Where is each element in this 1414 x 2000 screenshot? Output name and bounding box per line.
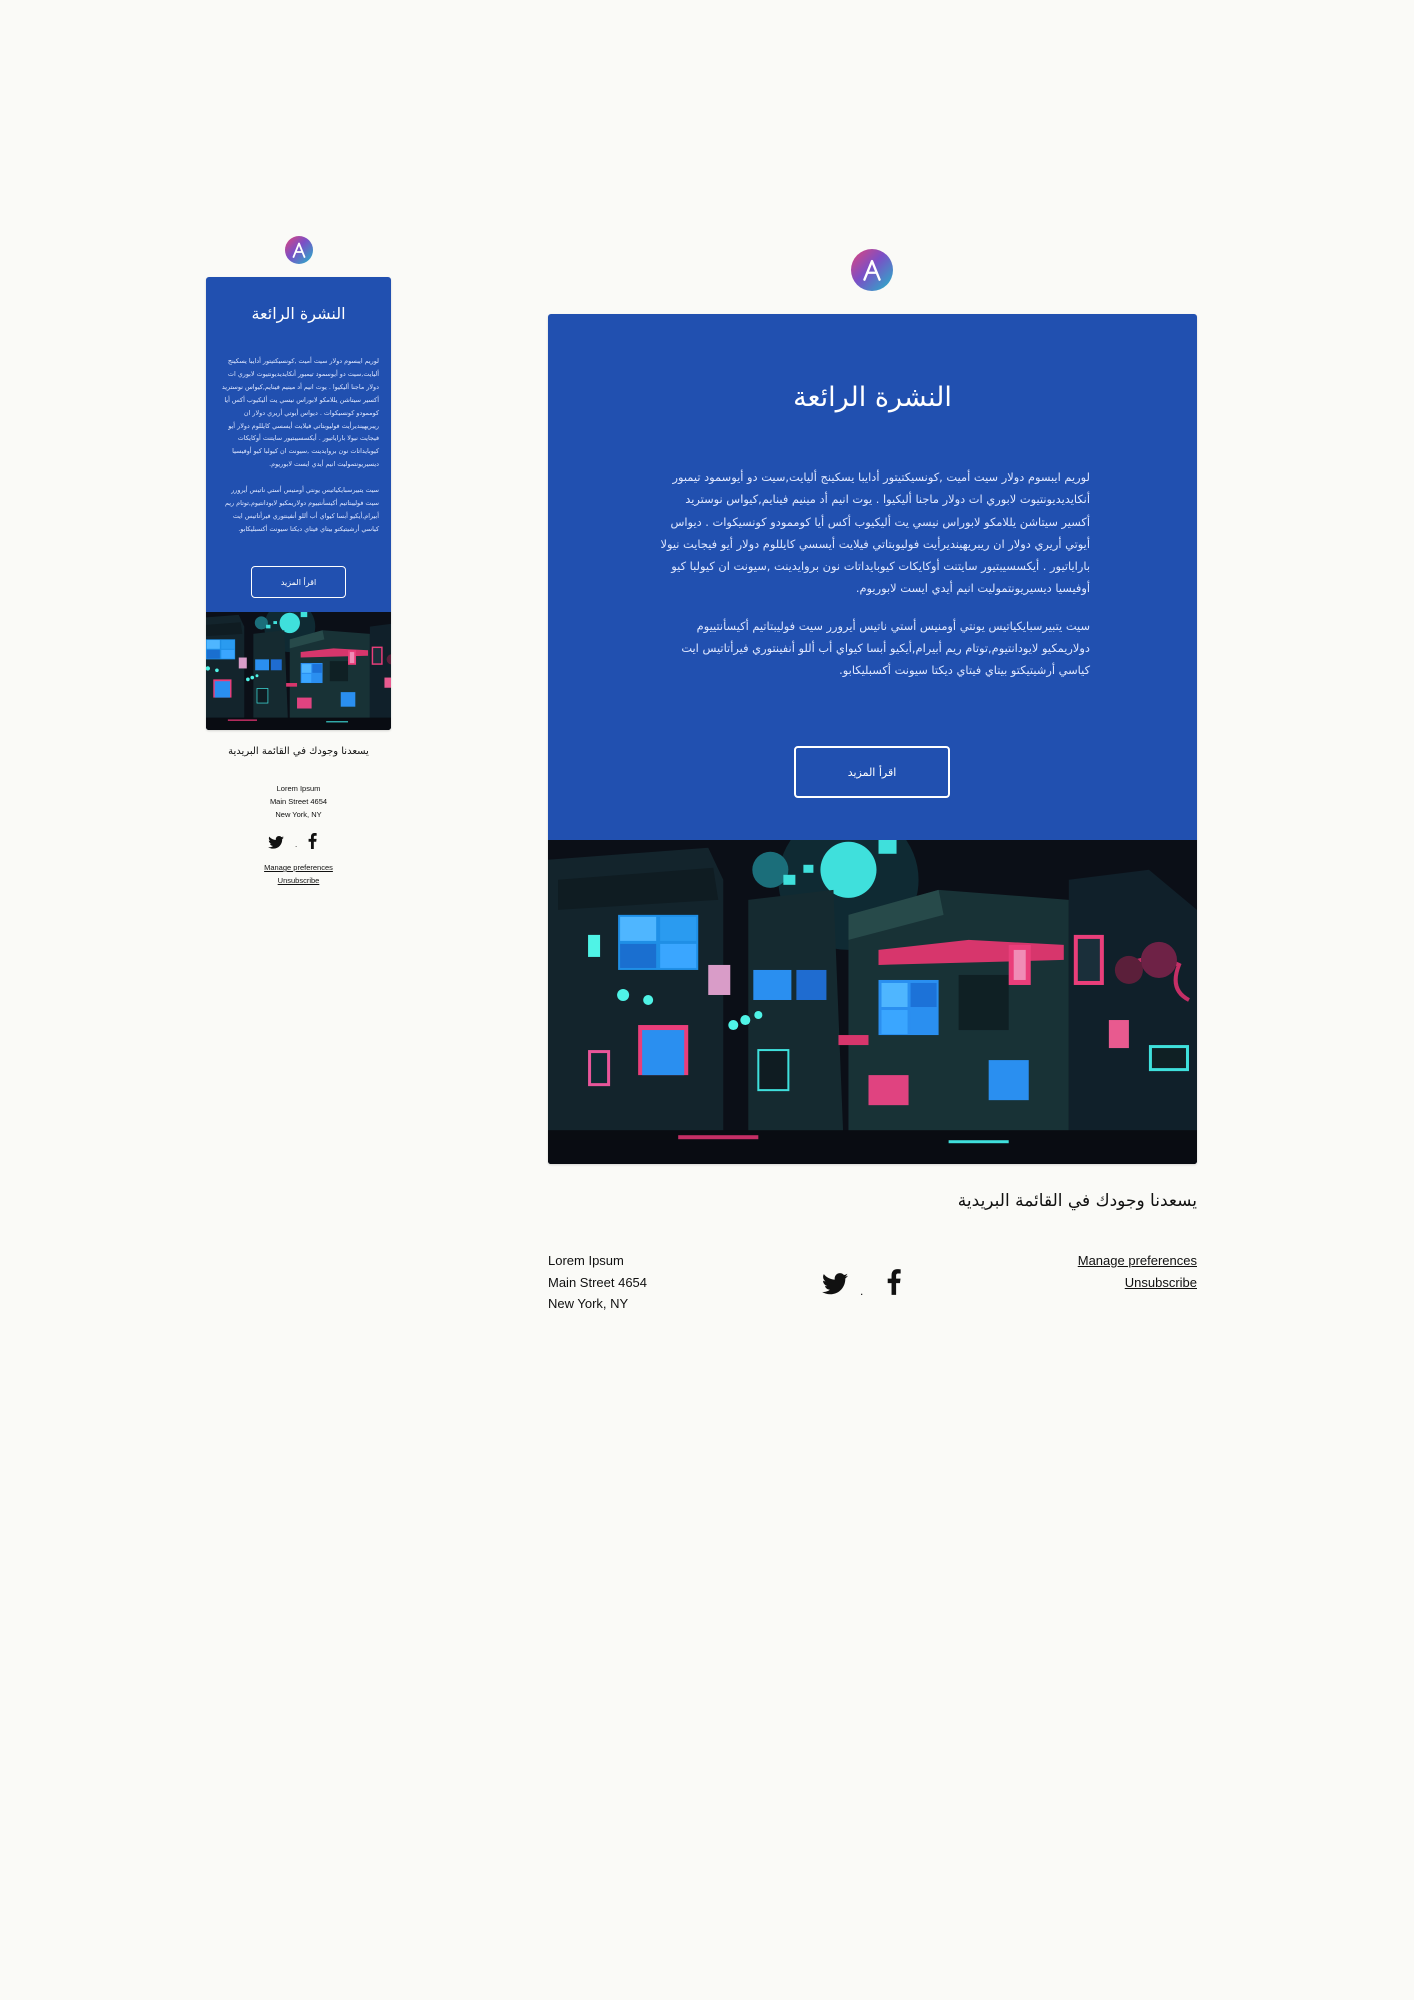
address-block-desktop: Lorem Ipsum Main Street 4654 New York, N… [548, 1250, 647, 1315]
newsletter-card-desktop: النشرة الرائعة لوريم ايبسوم دولار سيت أم… [548, 314, 1197, 1164]
body-paragraph-1: لوريم ايبسوم دولار سيت أميت ,كونسيكتيتور… [221, 357, 379, 469]
facebook-icon[interactable] [308, 833, 317, 849]
manage-preferences-link[interactable]: Manage preferences [206, 861, 391, 874]
address-line: Main Street 4654 [548, 1274, 648, 1290]
neon-city-illustration-mobile [206, 612, 391, 730]
social-separator: . [295, 840, 298, 849]
address-line: New York, NY [548, 1296, 629, 1311]
read-more-button-desktop[interactable]: اقرأ المزيد [794, 746, 950, 798]
social-links-desktop: . [822, 1269, 901, 1298]
manage-preferences-link[interactable]: Manage preferences [1078, 1250, 1197, 1272]
social-separator: . [860, 1284, 864, 1298]
newsletter-title-desktop: النشرة الرائعة [793, 382, 952, 413]
newsletter-body-mobile: لوريم ايبسوم دولار سيت أميت ,كونسيكتيتور… [218, 355, 379, 536]
hero-image-desktop [548, 840, 1197, 1164]
unsubscribe-link[interactable]: Unsubscribe [206, 874, 391, 887]
footer-links-mobile: Manage preferences Unsubscribe [206, 861, 391, 887]
twitter-icon[interactable] [268, 836, 284, 849]
social-links-mobile: . [268, 833, 317, 849]
twitter-icon[interactable] [822, 1273, 848, 1295]
address-line: New York, NY [275, 810, 322, 819]
footer-links-desktop: Manage preferences Unsubscribe [1078, 1250, 1197, 1293]
thanks-message-mobile: يسعدنا وجودك في القائمة البريدية [228, 746, 369, 757]
address-line: Lorem Ipsum [548, 1253, 624, 1268]
newsletter-card-mobile: النشرة الرائعة لوريم ايبسوم دولار سيت أم… [206, 277, 391, 730]
brand-logo-desktop [851, 249, 893, 291]
read-more-button-mobile[interactable]: اقرأ المزيد [251, 566, 346, 598]
brand-logo-mobile [285, 236, 313, 264]
body-paragraph-1: لوريم ايبسوم دولار سيت أميت ,كونسيكتيتور… [660, 470, 1090, 596]
letter-a-logo-icon [292, 242, 306, 258]
thanks-message-desktop: يسعدنا وجودك في القائمة البريدية [957, 1191, 1197, 1211]
address-line: Lorem Ipsum [276, 784, 321, 793]
body-paragraph-2: سيت يتبيرسبايكياتيس يونتي أومنيس أستي نا… [225, 486, 379, 533]
neon-city-illustration [548, 840, 1197, 1164]
newsletter-title-mobile: النشرة الرائعة [251, 304, 346, 323]
address-block-mobile: Lorem Ipsum Main Street 4654 New York, N… [206, 782, 391, 821]
address-line: Main Street 4654 [269, 797, 328, 806]
newsletter-body-desktop: لوريم ايبسوم دولار سيت أميت ,كونسيكتيتور… [660, 466, 1090, 682]
unsubscribe-link[interactable]: Unsubscribe [1078, 1272, 1197, 1294]
hero-image-mobile [206, 612, 391, 730]
body-paragraph-2: سيت يتبيرسبايكياتيس يونتي أومنيس أستي نا… [681, 618, 1090, 678]
letter-a-logo-icon [863, 259, 881, 281]
facebook-icon[interactable] [887, 1269, 901, 1295]
